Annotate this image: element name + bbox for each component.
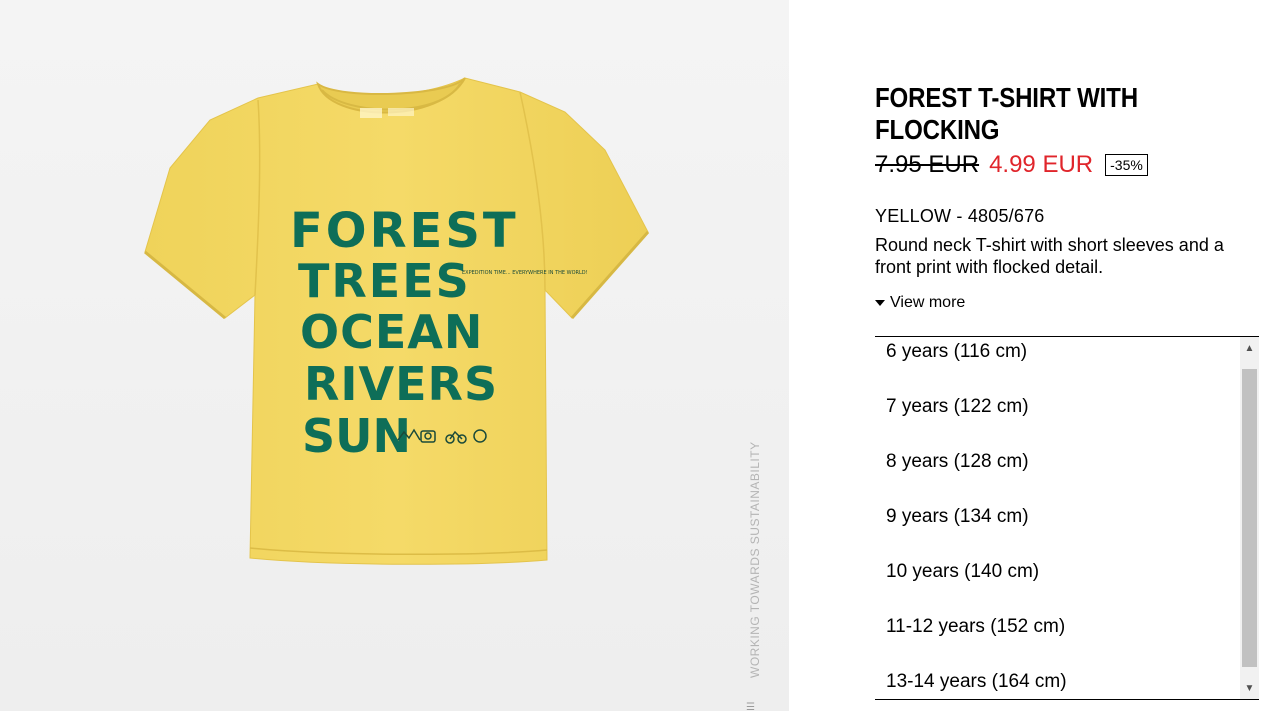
product-details: FOREST T-SHIRT WITH FLOCKING 7.95 EUR 4.…	[875, 0, 1261, 711]
size-option-7-years[interactable]: 7 years (122 cm)	[886, 395, 1029, 419]
size-option-8-years[interactable]: 8 years (128 cm)	[886, 450, 1029, 474]
view-more-label: View more	[890, 294, 966, 311]
scrollbar-thumb[interactable]	[1242, 369, 1257, 667]
print-line-1: FOREST	[290, 203, 519, 259]
size-option-9-years[interactable]: 9 years (134 cm)	[886, 505, 1029, 529]
color-reference: YELLOW - 4805/676	[875, 206, 1045, 226]
price-row: 7.95 EUR 4.99 EUR -35%	[875, 150, 1148, 180]
print-line-3: OCEAN	[300, 305, 483, 359]
view-more-toggle[interactable]: View more	[875, 294, 965, 312]
discount-badge: -35%	[1105, 154, 1148, 176]
print-line-2: TREES	[298, 254, 471, 308]
size-list-scrollbar[interactable]: ▲ ▼	[1240, 337, 1259, 699]
size-option-6-years[interactable]: 6 years (116 cm)	[886, 340, 1027, 364]
product-image[interactable]: FOREST TREES OCEAN RIVERS SUN EXPEDITION…	[0, 0, 789, 711]
scroll-up-arrow-icon[interactable]: ▲	[1240, 337, 1259, 359]
caret-down-icon	[875, 300, 885, 306]
product-description: Round neck T-shirt with short sleeves an…	[875, 235, 1224, 277]
size-option-11-12-years[interactable]: 11-12 years (152 cm)	[886, 615, 1065, 639]
sustainability-caption: WORKING TOWARDS SUSTAINABILITY	[748, 441, 762, 678]
print-line-5: SUN	[302, 409, 411, 463]
size-option-10-years[interactable]: 10 years (140 cm)	[886, 560, 1039, 584]
menu-icon[interactable]: ☰	[746, 703, 760, 711]
print-line-4: RIVERS	[304, 357, 498, 411]
scroll-down-arrow-icon[interactable]: ▼	[1240, 677, 1259, 699]
size-selector-list[interactable]: 6 years (116 cm) 7 years (122 cm) 8 year…	[875, 336, 1259, 700]
product-image-panel[interactable]: FOREST TREES OCEAN RIVERS SUN EXPEDITION…	[0, 0, 789, 711]
print-small-text: EXPEDITION TIME... EVERYWHERE IN THE WOR…	[462, 270, 588, 276]
sale-price: 4.99 EUR	[989, 151, 1094, 178]
size-option-13-14-years[interactable]: 13-14 years (164 cm)	[886, 670, 1067, 694]
old-price: 7.95 EUR	[875, 151, 980, 178]
product-title: FOREST T-SHIRT WITH FLOCKING	[875, 82, 1138, 145]
